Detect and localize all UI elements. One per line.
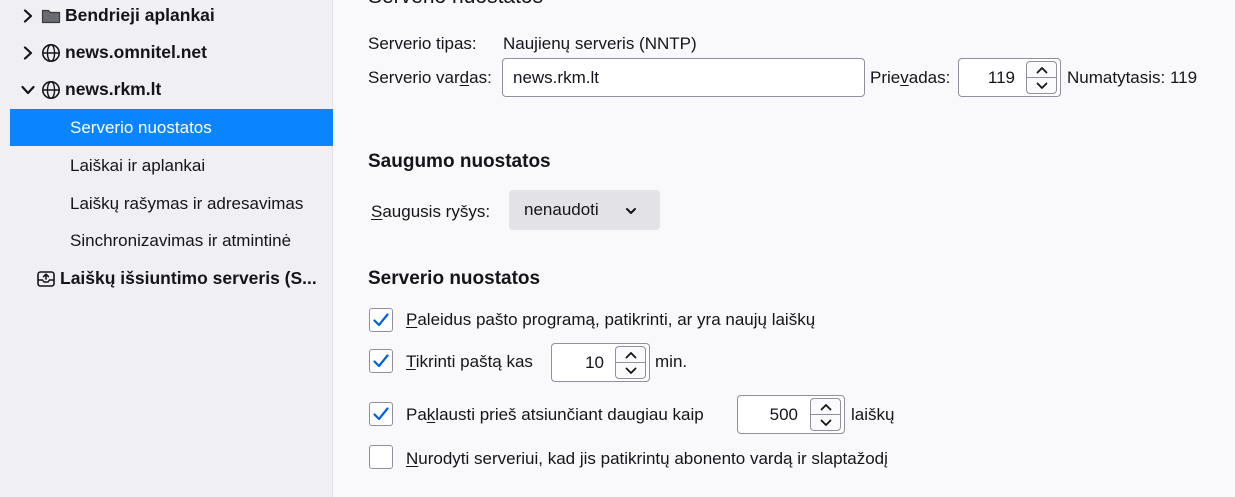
- server-name-label: Serverio vardas:: [368, 68, 492, 87]
- globe-icon: [41, 43, 61, 63]
- page-title: Serverio nuostatos: [368, 0, 543, 9]
- account-label: news.omnitel.net: [65, 42, 207, 62]
- spin-down-icon[interactable]: [616, 363, 645, 378]
- sidebar-item-label: Serverio nuostatos: [70, 117, 212, 137]
- max-headers-spin-buttons[interactable]: [810, 398, 841, 431]
- sidebar-item-sync-storage[interactable]: Sinchronizavimas ir atmintinė: [10, 222, 333, 259]
- security-heading: Saugumo nuostatos: [368, 151, 551, 172]
- server-settings-heading: Serverio nuostatos: [368, 268, 541, 289]
- account-label: Bendrieji aplankai: [65, 5, 215, 25]
- checkmark-icon: [373, 313, 389, 327]
- ask-before-download-checkbox[interactable]: [369, 402, 393, 426]
- check-every-label: Tikrinti paštą kas: [406, 352, 533, 371]
- max-headers-unit: laiškų: [851, 405, 895, 424]
- server-type-label: Serverio tipas:: [368, 34, 477, 53]
- check-on-startup-label: Paleidus pašto programą, patikrinti, ar …: [406, 310, 816, 329]
- chevron-right-icon[interactable]: [18, 43, 38, 63]
- chevron-down-icon[interactable]: [18, 80, 38, 100]
- ask-before-download-label: Paklausti prieš atsiunčiant daugiau kaip: [406, 405, 704, 424]
- account-tree-sidebar: Bendrieji aplankai news.omnitel.net news…: [0, 0, 333, 497]
- spin-down-icon[interactable]: [811, 415, 840, 430]
- port-default-text: Numatytasis: 119: [1067, 68, 1198, 87]
- sidebar-item-server-settings[interactable]: Serverio nuostatos: [10, 109, 333, 146]
- sidebar-item-label: Laiškų rašymas ir adresavimas: [70, 193, 304, 213]
- spin-up-icon[interactable]: [811, 399, 840, 415]
- account-row-news-rkm[interactable]: news.rkm.lt: [10, 71, 333, 108]
- check-on-startup-checkbox[interactable]: [369, 308, 393, 332]
- sidebar-item-messages-folders[interactable]: Laiškai ir aplankai: [10, 147, 333, 184]
- server-name-input[interactable]: [502, 58, 865, 97]
- account-label: news.rkm.lt: [65, 79, 162, 99]
- account-label: Laiškų išsiuntimo serveris (S...: [60, 268, 317, 288]
- secure-connection-value: nenaudoti: [524, 200, 599, 219]
- sidebar-item-label: Sinchronizavimas ir atmintinė: [70, 230, 292, 250]
- secure-connection-label: Saugusis ryšys:: [371, 202, 491, 221]
- account-row-local-folders[interactable]: Bendrieji aplankai: [10, 0, 333, 34]
- sidebar-item-composition-addressing[interactable]: Laiškų rašymas ir adresavimas: [10, 185, 333, 222]
- check-interval-stepper[interactable]: [551, 343, 650, 382]
- port-stepper[interactable]: [958, 58, 1061, 97]
- account-row-outgoing-server[interactable]: Laiškų išsiuntimo serveris (S...: [10, 260, 333, 297]
- always-authenticate-label: Nurodyti serveriui, kad jis patikrintų a…: [406, 449, 888, 468]
- port-input[interactable]: [959, 59, 1015, 96]
- spin-up-icon[interactable]: [1027, 62, 1056, 78]
- check-every-checkbox[interactable]: [369, 349, 393, 373]
- server-type-value: Naujienų serveris (NNTP): [503, 34, 697, 53]
- max-headers-stepper[interactable]: [737, 395, 845, 434]
- check-interval-input[interactable]: [552, 344, 604, 381]
- checkmark-icon: [373, 354, 389, 368]
- chevron-right-icon[interactable]: [18, 6, 38, 26]
- outbox-icon: [36, 269, 56, 289]
- check-interval-spin-buttons[interactable]: [615, 346, 646, 379]
- spin-down-icon[interactable]: [1027, 78, 1056, 93]
- account-row-news-omnitel[interactable]: news.omnitel.net: [10, 34, 333, 71]
- spin-up-icon[interactable]: [616, 347, 645, 363]
- server-settings-pane: Serverio nuostatos Serverio tipas: Nauji…: [334, 0, 1235, 497]
- port-spin-buttons[interactable]: [1026, 61, 1057, 94]
- globe-icon: [41, 80, 61, 100]
- sidebar-item-label: Laiškai ir aplankai: [70, 155, 206, 175]
- secure-connection-select[interactable]: nenaudoti: [509, 190, 660, 230]
- always-authenticate-checkbox[interactable]: [369, 445, 393, 469]
- max-headers-input[interactable]: [738, 396, 798, 433]
- port-label: Prievadas:: [870, 68, 951, 87]
- chevron-down-icon: [624, 203, 638, 217]
- folder-icon: [41, 6, 61, 26]
- check-interval-unit: min.: [655, 352, 688, 371]
- checkmark-icon: [373, 407, 389, 421]
